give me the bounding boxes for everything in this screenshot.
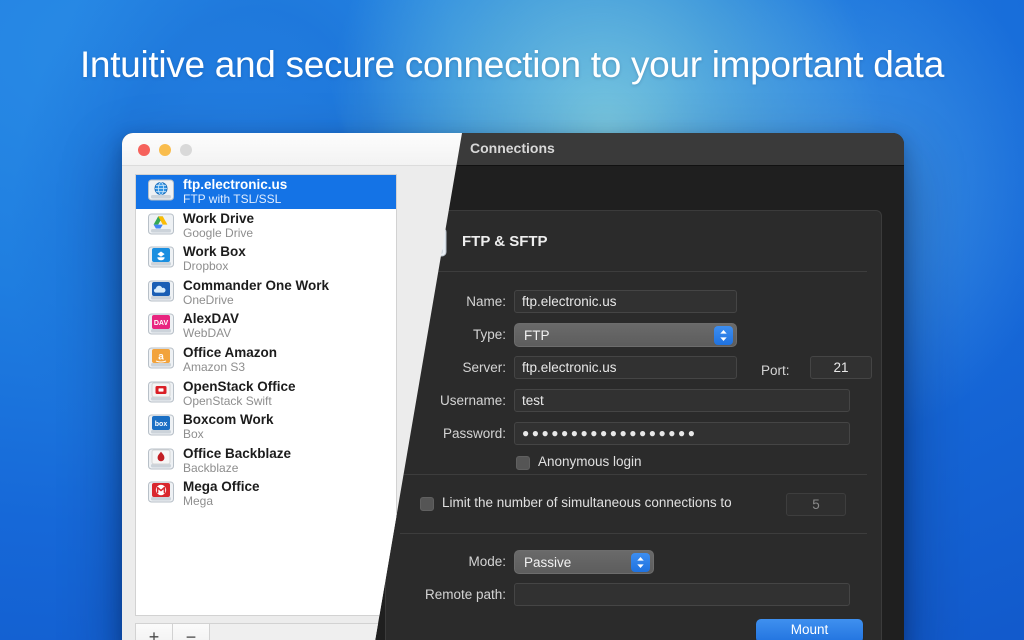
list-item-subtitle: OneDrive — [183, 293, 234, 307]
anonymous-login-row: Anonymous login — [386, 452, 881, 482]
anonymous-login-label: Anonymous login — [538, 454, 642, 469]
mount-button[interactable]: Mount — [756, 619, 863, 640]
list-item[interactable]: a Office AmazonAmazon S3 — [136, 343, 396, 377]
limit-connections-input[interactable]: 5 — [786, 493, 846, 516]
list-item-name: Work Drive — [183, 211, 254, 226]
amazon-s3-icon: a — [148, 347, 174, 373]
remote-path-row: Remote path: — [386, 580, 881, 613]
minimize-button[interactable] — [159, 144, 171, 156]
webdav-icon: DAV — [148, 313, 174, 339]
marketing-headline: Intuitive and secure connection to your … — [0, 44, 1024, 86]
list-item-name: Office Amazon — [183, 345, 277, 360]
list-item-subtitle: Google Drive — [183, 226, 253, 240]
list-item-subtitle: Box — [183, 427, 204, 441]
type-row: Type: FTP — [386, 320, 881, 353]
port-input[interactable]: 21 — [810, 356, 872, 379]
list-item-name: Mega Office — [183, 479, 260, 494]
remote-path-label: Remote path: — [386, 587, 506, 602]
list-item-name: Boxcom Work — [183, 412, 274, 427]
name-row: Name: ftp.electronic.us — [386, 287, 881, 320]
limit-connections-label: Limit the number of simultaneous connect… — [442, 495, 732, 510]
connections-list[interactable]: ftp.electronic.usFTP with TSL/SSL Work D… — [135, 174, 397, 616]
list-item-subtitle: Backblaze — [183, 461, 238, 475]
list-item-name: Office Backblaze — [183, 446, 291, 461]
list-item-name: AlexDAV — [183, 311, 239, 326]
remote-path-input[interactable] — [514, 583, 850, 606]
type-select[interactable]: FTP — [514, 323, 737, 347]
svg-text:DAV: DAV — [154, 320, 169, 327]
remove-connection-button[interactable]: − — [173, 624, 210, 640]
limit-connections-row: Limit the number of simultaneous connect… — [386, 497, 881, 527]
onedrive-icon — [148, 280, 174, 306]
port-label: Port: — [761, 363, 790, 378]
type-select-value: FTP — [524, 328, 550, 343]
window-title: Connections — [470, 140, 555, 156]
backblaze-icon — [148, 448, 174, 474]
server-input[interactable]: ftp.electronic.us — [514, 356, 737, 379]
password-input[interactable]: ●●●●●●●●●●●●●●●●●● — [514, 422, 850, 445]
list-item-name: Commander One Work — [183, 278, 329, 293]
list-item[interactable]: Commander One WorkOneDrive — [136, 276, 396, 310]
list-item[interactable]: Work DriveGoogle Drive — [136, 209, 396, 243]
detail-panel: FTP & SFTP Name: ftp.electronic.us Type:… — [385, 210, 882, 640]
connection-form: Name: ftp.electronic.us Type: FTP — [386, 271, 881, 482]
svg-text:a: a — [158, 351, 164, 362]
chevron-updown-icon — [631, 553, 650, 572]
name-input[interactable]: ftp.electronic.us — [514, 290, 737, 313]
list-item[interactable]: Work BoxDropbox — [136, 242, 396, 276]
limit-connections-checkbox[interactable] — [420, 497, 434, 511]
google-drive-icon — [148, 213, 174, 239]
list-item-subtitle: Dropbox — [183, 259, 228, 273]
globe-drive-icon — [148, 179, 174, 205]
list-item[interactable]: Office BackblazeBackblaze — [136, 444, 396, 478]
svg-text:box: box — [155, 421, 168, 428]
list-item[interactable]: Mega OfficeMega — [136, 477, 396, 511]
list-item-name: OpenStack Office — [183, 379, 296, 394]
list-item-subtitle: Mega — [183, 494, 213, 508]
box-icon: box — [148, 414, 174, 440]
mode-label: Mode: — [386, 554, 506, 569]
list-item-subtitle: FTP with TSL/SSL — [183, 192, 281, 206]
chevron-updown-icon — [714, 326, 733, 345]
password-row: Password: ●●●●●●●●●●●●●●●●●● — [386, 419, 881, 452]
list-item-subtitle: OpenStack Swift — [183, 394, 272, 408]
username-row: Username: test — [386, 386, 881, 419]
openstack-icon — [148, 381, 174, 407]
list-item[interactable]: ftp.electronic.usFTP with TSL/SSL — [136, 175, 396, 209]
list-item-name: Work Box — [183, 244, 246, 259]
mode-select[interactable]: Passive — [514, 550, 654, 574]
anonymous-login-checkbox[interactable] — [516, 456, 530, 470]
list-item-subtitle: Amazon S3 — [183, 360, 245, 374]
username-input[interactable]: test — [514, 389, 850, 412]
list-item-subtitle: WebDAV — [183, 326, 231, 340]
divider-limit-bottom — [400, 533, 867, 534]
add-connection-button[interactable]: + — [136, 624, 173, 640]
close-button[interactable] — [138, 144, 150, 156]
list-item[interactable]: box Boxcom WorkBox — [136, 410, 396, 444]
detail-panel-header: FTP & SFTP — [386, 211, 881, 271]
mode-select-value: Passive — [524, 555, 571, 570]
server-row: Server: ftp.electronic.us Port: 21 — [386, 353, 881, 386]
list-item[interactable]: DAV AlexDAVWebDAV — [136, 309, 396, 343]
list-item-name: ftp.electronic.us — [183, 177, 287, 192]
connections-window: Connections FTP & SFTP — [122, 133, 904, 640]
zoom-button[interactable] — [180, 144, 192, 156]
mega-icon — [148, 481, 174, 507]
mode-row: Mode: Passive — [386, 547, 881, 580]
dropbox-icon — [148, 246, 174, 272]
divider-limit-top — [400, 474, 867, 475]
list-item[interactable]: OpenStack OfficeOpenStack Swift — [136, 377, 396, 411]
detail-panel-title: FTP & SFTP — [462, 233, 548, 250]
